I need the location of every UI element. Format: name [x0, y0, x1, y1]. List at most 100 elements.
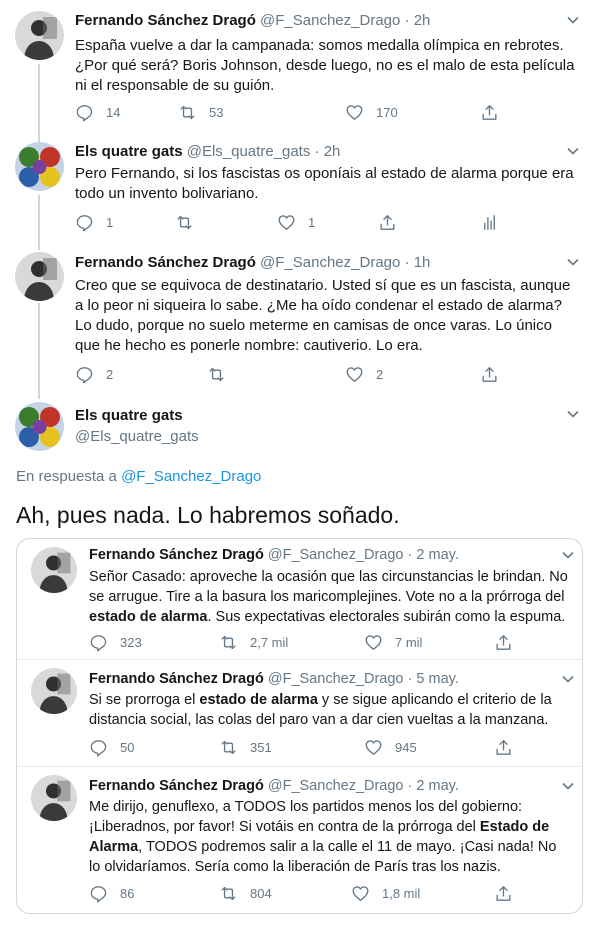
chevron-down-icon[interactable] [567, 410, 579, 418]
like-count: 1,8 mil [382, 885, 421, 901]
tweet-actions: 14 53 170 [75, 102, 505, 122]
retweet-button[interactable] [207, 364, 226, 384]
avatar[interactable] [15, 252, 64, 301]
handle[interactable]: @F_Sanchez_Drago [268, 671, 404, 687]
chevron-down-icon[interactable] [567, 258, 579, 266]
reply-button[interactable]: 50 [89, 737, 134, 757]
tweet-header: Fernando Sánchez Dragó @F_Sanchez_Drago … [75, 253, 430, 273]
like-button[interactable]: 945 [364, 737, 417, 757]
reply-button[interactable]: 2 [75, 364, 113, 384]
heart-icon [364, 738, 383, 757]
tweet-header: Fernando Sánchez Dragó @F_Sanchez_Drago … [89, 669, 459, 689]
display-name[interactable]: Fernando Sánchez Dragó [89, 671, 264, 687]
focused-tweet-text: Ah, pues nada. Lo habremos soñado. [16, 502, 400, 528]
handle[interactable]: @F_Sanchez_Drago [260, 254, 400, 271]
retweet-button[interactable]: 53 [178, 102, 223, 122]
reply-icon [75, 213, 94, 232]
share-icon [494, 738, 513, 757]
reply-prefix: En respuesta a [16, 468, 117, 485]
thread-line [38, 303, 40, 399]
handle[interactable]: @F_Sanchez_Drago [260, 12, 400, 29]
chevron-down-icon[interactable] [562, 782, 574, 790]
reply-handle-link[interactable]: @F_Sanchez_Drago [121, 468, 261, 485]
timestamp[interactable]: 1h [414, 254, 431, 271]
retweet-button[interactable]: 2,7 mil [219, 632, 288, 652]
heart-icon [345, 103, 364, 122]
tweet-text: Pero Fernando, si los fascistas os oponí… [75, 165, 574, 202]
timestamp[interactable]: 2 may. [416, 778, 458, 794]
retweet-count: 2,7 mil [250, 634, 289, 650]
tweet-actions: 86 804 1,8 mil [89, 883, 519, 903]
display-name[interactable]: Fernando Sánchez Dragó [75, 254, 256, 271]
embedded-tweet[interactable]: Fernando Sánchez Dragó @F_Sanchez_Drago … [17, 659, 582, 766]
chevron-down-icon[interactable] [562, 551, 574, 559]
display-name[interactable]: Els quatre gats [75, 406, 199, 426]
share-icon [480, 365, 499, 384]
like-button[interactable]: 7 mil [364, 632, 422, 652]
handle[interactable]: @Els_quatre_gats [187, 143, 311, 160]
timestamp[interactable]: 5 may. [416, 671, 458, 687]
reply-button[interactable]: 86 [89, 883, 134, 903]
retweet-button[interactable]: 351 [219, 737, 272, 757]
tweet-text: Si se prorroga el estado de alarma y se … [89, 690, 569, 730]
chevron-down-icon[interactable] [562, 675, 574, 683]
retweet-icon [175, 213, 194, 232]
handle[interactable]: @Els_quatre_gats [75, 427, 199, 447]
reply-button[interactable]: 1 [75, 212, 113, 232]
avatar[interactable] [31, 668, 77, 714]
avatar[interactable] [31, 775, 77, 821]
separator: · [404, 12, 410, 29]
share-button[interactable] [494, 883, 513, 903]
embedded-tweet[interactable]: Fernando Sánchez Dragó @F_Sanchez_Drago … [17, 766, 582, 914]
embedded-tweet[interactable]: Fernando Sánchez Dragó @F_Sanchez_Drago … [17, 539, 582, 659]
separator: · [407, 778, 413, 794]
separator: · [404, 254, 410, 271]
display-name[interactable]: Els quatre gats [75, 143, 183, 160]
tweet-text: Me dirijo, genuflexo, a TODOS los partid… [89, 797, 569, 877]
avatar[interactable] [15, 11, 64, 60]
text-part: . Sus expectativas electorales subirán c… [207, 609, 566, 625]
timestamp[interactable]: 2h [324, 143, 341, 160]
retweet-count: 804 [250, 885, 272, 901]
timestamp[interactable]: 2h [414, 12, 431, 29]
tweet-header: Els quatre gats @Els_quatre_gats [75, 406, 199, 447]
reply-button[interactable]: 323 [89, 632, 142, 652]
display-name[interactable]: Fernando Sánchez Dragó [89, 778, 264, 794]
tweet-header: Fernando Sánchez Dragó @F_Sanchez_Drago … [75, 11, 430, 31]
handle[interactable]: @F_Sanchez_Drago [268, 778, 404, 794]
retweet-button[interactable] [175, 212, 194, 232]
like-count: 1 [308, 214, 316, 230]
reply-count: 50 [120, 739, 135, 755]
share-button[interactable] [494, 632, 513, 652]
share-button[interactable] [480, 102, 499, 122]
avatar[interactable] [31, 547, 77, 593]
timestamp[interactable]: 2 may. [416, 547, 458, 563]
share-button[interactable] [378, 212, 397, 232]
like-button[interactable]: 170 [345, 102, 398, 122]
display-name[interactable]: Fernando Sánchez Dragó [75, 12, 256, 29]
share-icon [378, 213, 397, 232]
retweet-icon [178, 103, 197, 122]
avatar[interactable] [15, 142, 64, 191]
display-name[interactable]: Fernando Sánchez Dragó [89, 547, 264, 563]
share-button[interactable] [480, 364, 499, 384]
retweet-button[interactable]: 804 [219, 883, 272, 903]
analytics-button[interactable] [480, 212, 499, 232]
heart-icon [364, 633, 383, 652]
like-count: 7 mil [395, 634, 423, 650]
reply-context: En respuesta a @F_Sanchez_Drago [16, 468, 261, 485]
reply-count: 14 [106, 104, 121, 120]
handle[interactable]: @F_Sanchez_Drago [268, 547, 404, 563]
separator: · [407, 671, 413, 687]
like-button[interactable]: 2 [345, 364, 383, 384]
reply-button[interactable]: 14 [75, 102, 120, 122]
retweet-count: 351 [250, 739, 272, 755]
like-button[interactable]: 1,8 mil [351, 883, 420, 903]
tweet-text: Señor Casado: aproveche la ocasión que l… [89, 567, 569, 627]
chevron-down-icon[interactable] [567, 147, 579, 155]
like-button[interactable]: 1 [277, 212, 315, 232]
tweet-text: España vuelve a dar la campanada: somos … [75, 37, 575, 94]
share-button[interactable] [494, 737, 513, 757]
chevron-down-icon[interactable] [567, 16, 579, 24]
avatar[interactable] [15, 402, 64, 451]
